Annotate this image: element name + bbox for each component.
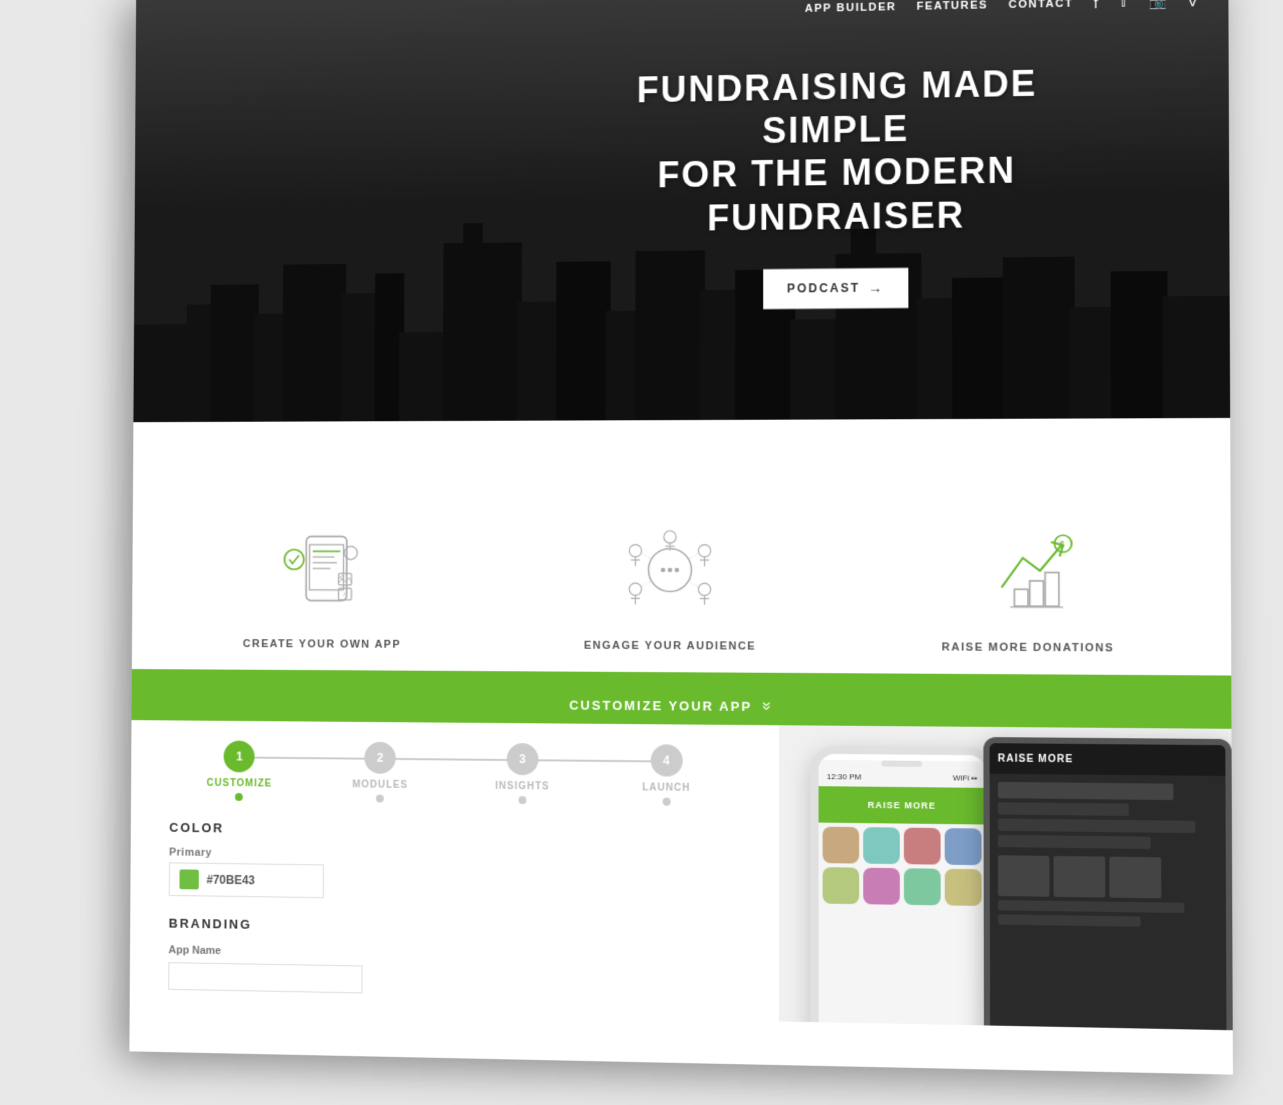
tablet-row (998, 914, 1140, 926)
raise-icon-container: $ (966, 520, 1089, 622)
nav-features[interactable]: FEATURES (917, 0, 989, 12)
create-label: CREATE YOUR OWN APP (243, 638, 401, 651)
app-name-input[interactable] (168, 962, 362, 993)
feature-raise: $ RAISE MORE DONATIONS (847, 520, 1210, 655)
step-4-circle: 4 (650, 744, 682, 776)
step-2-label: MODULES (352, 779, 408, 791)
primary-color-field: Primary #70BE43 (169, 847, 324, 899)
twitter-icon[interactable]: 𝕋 (1118, 0, 1128, 11)
step-2-dot (376, 795, 384, 803)
step-1-circle: 1 (224, 741, 255, 773)
color-hex-value: #70BE43 (206, 873, 254, 888)
step-3-label: INSIGHTS (495, 781, 550, 793)
step-3-dot (518, 796, 526, 804)
hero-title: FUNDRAISING MADE SIMPLE FOR THE MODERN F… (561, 61, 1115, 241)
branding-title: BRANDING (169, 916, 739, 940)
tablet-row (998, 782, 1173, 800)
page-wrapper: APP BUILDER FEATURES CONTACT f 𝕋 📷 V FUN… (129, 0, 1233, 1075)
phone-status-bar: 12:30 PM WiFi ▪▪ (819, 766, 986, 788)
left-panel: 1 CUSTOMIZE 2 MODULES 3 (130, 720, 781, 1021)
instagram-icon[interactable]: 📷 (1149, 0, 1167, 10)
nav-app-builder[interactable]: APP BUILDER (805, 1, 896, 15)
feature-engage: ENGAGE YOUR AUDIENCE (495, 520, 848, 653)
chevron-down-icon: » (758, 701, 776, 710)
svg-text:$: $ (1060, 541, 1065, 550)
create-icon-container: ♪ (264, 520, 381, 619)
steps-row: 1 CUSTOMIZE 2 MODULES 3 (169, 740, 738, 806)
tablet-content (990, 774, 1227, 1031)
svg-text:♪: ♪ (342, 592, 345, 599)
vimeo-icon[interactable]: V (1188, 0, 1198, 9)
app-name-field: App Name (168, 940, 739, 1000)
tablet-row (998, 835, 1151, 849)
app-name-label: App Name (168, 944, 221, 957)
step-launch: 4 LAUNCH (594, 744, 739, 807)
color-section: COLOR Primary #70BE43 (169, 820, 739, 904)
main-content: 1 CUSTOMIZE 2 MODULES 3 (130, 720, 1233, 1030)
facebook-icon[interactable]: f (1094, 0, 1098, 11)
tablet-top-bar: RAISE MORE (990, 743, 1226, 776)
tablet-row (998, 802, 1129, 816)
branding-section: BRANDING App Name (168, 916, 739, 1001)
features-section: ♪ CREATE YOUR OWN APP (132, 418, 1231, 676)
step-insights: 3 INSIGHTS (451, 743, 594, 805)
engage-icon-container (610, 520, 730, 620)
primary-color-label: Primary (169, 847, 324, 861)
customize-header-label: CUSTOMIZE YOUR APP (569, 697, 752, 713)
color-row: Primary #70BE43 (169, 847, 739, 905)
engage-label: ENGAGE YOUR AUDIENCE (584, 640, 756, 653)
phone-screen: 12:30 PM WiFi ▪▪ RAISE MORE (819, 760, 987, 1030)
feature-create: ♪ CREATE YOUR OWN APP (151, 520, 495, 651)
tablet-row (998, 819, 1195, 834)
color-title: COLOR (169, 820, 739, 842)
step-modules: 2 MODULES (309, 741, 451, 803)
hero-content: FUNDRAISING MADE SIMPLE FOR THE MODERN F… (561, 61, 1116, 311)
right-panel: 12:30 PM WiFi ▪▪ RAISE MORE (780, 725, 1233, 1030)
tablet-screen: RAISE MORE (990, 743, 1227, 1030)
step-2-circle: 2 (364, 742, 395, 774)
phone-apps-grid (819, 823, 986, 911)
phone-mockup: 12:30 PM WiFi ▪▪ RAISE MORE (810, 746, 994, 1031)
tablet-mockup: RAISE MORE (983, 737, 1232, 1030)
step-1-dot (235, 793, 243, 801)
tablet-logo: RAISE MORE (998, 753, 1073, 765)
podcast-button[interactable]: PODCAST → (763, 268, 909, 309)
step-customize: 1 CUSTOMIZE (169, 740, 309, 802)
raise-label: RAISE MORE DONATIONS (942, 641, 1114, 654)
nav-contact[interactable]: CONTACT (1008, 0, 1073, 10)
step-4-dot (662, 798, 670, 806)
step-1-label: CUSTOMIZE (207, 778, 273, 790)
primary-color-input[interactable]: #70BE43 (169, 862, 324, 898)
step-4-label: LAUNCH (642, 782, 690, 794)
color-swatch (179, 869, 198, 889)
hero-section: APP BUILDER FEATURES CONTACT f 𝕋 📷 V FUN… (133, 0, 1230, 422)
tablet-row (998, 900, 1184, 913)
step-3-circle: 3 (507, 743, 539, 775)
